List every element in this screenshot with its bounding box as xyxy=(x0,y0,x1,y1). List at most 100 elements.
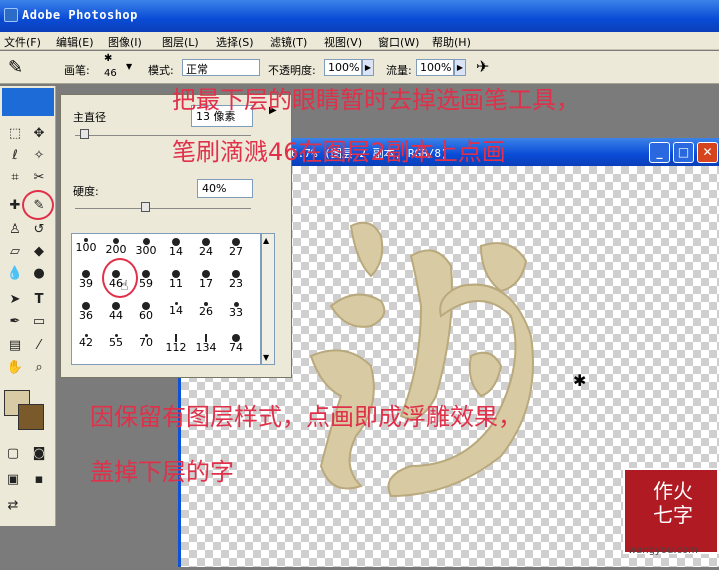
type-tool-icon[interactable]: T xyxy=(28,290,50,310)
brush-preset[interactable]: 112 xyxy=(164,332,188,358)
brush-preset[interactable]: 44 xyxy=(104,300,128,326)
app-titlebar: Adobe Photoshop xyxy=(0,0,719,32)
blur-tool-icon[interactable]: 💧 xyxy=(4,264,26,284)
menu-bar: 文件(F) 编辑(E) 图像(I) 图层(L) 选择(S) 滤镜(T) 视图(V… xyxy=(0,32,719,50)
brush-preset[interactable]: 17 xyxy=(194,268,218,294)
lasso-tool-icon[interactable]: ℓ xyxy=(4,146,26,166)
app-title: Adobe Photoshop xyxy=(22,8,138,22)
scroll-down-icon[interactable]: ▼ xyxy=(263,353,269,362)
marquee-tool-icon[interactable]: ⬚ xyxy=(4,124,26,144)
notes-tool-icon[interactable]: ▤ xyxy=(4,336,26,356)
brush-preset[interactable]: 23 xyxy=(224,268,248,294)
brush-preset[interactable]: 60 xyxy=(134,300,158,326)
mode-select[interactable]: 正常 xyxy=(182,59,260,76)
brush-preset[interactable]: 11 xyxy=(164,268,188,294)
opacity-input[interactable]: 100% xyxy=(324,59,362,76)
slice-tool-icon[interactable]: ✂ xyxy=(28,168,50,188)
zoom-tool-icon[interactable]: ⌕ xyxy=(28,358,50,378)
site-watermark: wangyou.com xyxy=(628,545,698,556)
brush-label: 画笔: xyxy=(64,64,90,77)
hand-cursor-icon: ☝ xyxy=(120,278,129,294)
menu-help[interactable]: 帮助(H) xyxy=(432,34,471,50)
menu-view[interactable]: 视图(V) xyxy=(324,34,362,50)
path-select-icon[interactable]: ➤ xyxy=(4,290,26,310)
brush-dropdown-icon[interactable]: ▼ xyxy=(126,62,132,71)
opacity-label: 不透明度: xyxy=(268,64,316,77)
flow-arrow-icon[interactable]: ▶ xyxy=(454,59,466,76)
brush-cursor-icon: ✱ xyxy=(573,371,587,390)
close-button[interactable]: ✕ xyxy=(697,142,718,163)
menu-window[interactable]: 窗口(W) xyxy=(378,34,419,50)
move-tool-icon[interactable]: ✥ xyxy=(28,124,50,144)
brush-preset[interactable]: 24 xyxy=(194,236,218,262)
hand-tool-icon[interactable]: ✋ xyxy=(4,358,26,378)
brush-preset[interactable]: 26 xyxy=(194,300,218,326)
pen-tool-icon[interactable]: ✒ xyxy=(4,312,26,332)
highlight-circle xyxy=(22,190,54,220)
brush-preset[interactable]: 70 xyxy=(134,332,158,358)
menu-layer[interactable]: 图层(L) xyxy=(162,34,199,50)
fullscreen-mode-icon[interactable]: ▪ xyxy=(28,470,50,490)
hardness-slider-thumb[interactable] xyxy=(141,202,151,212)
maximize-button[interactable]: □ xyxy=(673,142,694,163)
stamp-tool-icon[interactable]: ♙ xyxy=(4,220,26,240)
stamp-characters: 作火 七字 xyxy=(631,476,715,535)
toolbox: ⬚ ✥ ℓ ✧ ⌗ ✂ ✚ ✎ ♙ ↺ ▱ ◆ 💧 ● ➤ T ✒ ▭ ▤ ⁄ … xyxy=(0,86,56,526)
preset-scrollbar[interactable]: ▲ ▼ xyxy=(261,233,275,365)
quickmask-mode-icon[interactable]: ◙ xyxy=(28,444,50,464)
photoshop-icon xyxy=(4,8,18,22)
brush-preset[interactable]: 74 xyxy=(224,332,248,358)
svg-text:作火: 作火 xyxy=(653,479,693,503)
scroll-up-icon[interactable]: ▲ xyxy=(263,236,269,245)
hardness-input[interactable]: 40% xyxy=(197,179,253,198)
diameter-slider-thumb[interactable] xyxy=(79,129,89,139)
brush-preset[interactable]: 27 xyxy=(224,236,248,262)
brush-preset[interactable]: 42 xyxy=(74,332,98,358)
brush-preset[interactable]: 33 xyxy=(224,300,248,326)
annotation-line-1: 把最下层的眼睛暂时去掉选画笔工具， xyxy=(172,86,580,114)
annotation-line-3: 因保留有图层样式，点画即成浮雕效果， xyxy=(90,403,522,431)
brush-preset[interactable]: 55 xyxy=(104,332,128,358)
svg-text:七字: 七字 xyxy=(653,503,693,527)
menu-select[interactable]: 选择(S) xyxy=(216,34,254,50)
history-brush-icon[interactable]: ↺ xyxy=(28,220,50,240)
crop-tool-icon[interactable]: ⌗ xyxy=(4,168,26,188)
brush-preset[interactable]: 100 xyxy=(74,236,98,262)
eyedropper-icon[interactable]: ⁄ xyxy=(28,336,50,356)
airbrush-icon[interactable]: ✈ xyxy=(476,57,489,76)
menu-file[interactable]: 文件(F) xyxy=(4,34,41,50)
mode-label: 模式: xyxy=(148,64,174,77)
brush-preset[interactable]: 300 xyxy=(134,236,158,262)
background-color-swatch[interactable] xyxy=(18,404,44,430)
menu-image[interactable]: 图像(I) xyxy=(108,34,142,50)
paint-bucket-icon[interactable]: ◆ xyxy=(28,242,50,262)
stamp-calligraphy-icon: 作火 七字 xyxy=(653,479,693,527)
hardness-slider-track xyxy=(75,208,251,209)
minimize-button[interactable]: _ xyxy=(649,142,670,163)
standard-mode-icon[interactable]: ▢ xyxy=(2,444,24,464)
flow-label: 流量: xyxy=(386,64,412,77)
menu-filter[interactable]: 滤镜(T) xyxy=(270,34,307,50)
screen-mode-icon[interactable]: ▣ xyxy=(2,470,24,490)
opacity-arrow-icon[interactable]: ▶ xyxy=(362,59,374,76)
brush-preset[interactable]: 134 xyxy=(194,332,218,358)
brush-preset[interactable]: 36 xyxy=(74,300,98,326)
jump-to-icon[interactable]: ⇄ xyxy=(2,496,24,516)
photoshop-feather-logo xyxy=(2,88,54,116)
brush-preset[interactable]: 14 xyxy=(164,300,188,326)
brush-preset-icon[interactable]: ✱ xyxy=(104,53,112,64)
brush-preset[interactable]: 14 xyxy=(164,236,188,262)
brush-preset[interactable]: 39 xyxy=(74,268,98,294)
brush-tool-icon[interactable]: ✎ xyxy=(8,57,23,78)
shape-tool-icon[interactable]: ▭ xyxy=(28,312,50,332)
diameter-label: 主直径 xyxy=(73,111,106,124)
brush-preset-grid: 100 200 300 14 24 27 39 46 59 11 17 23 3… xyxy=(71,233,261,365)
annotation-line-2: 笔刷滴溅46在图层2副本上点画 xyxy=(172,138,506,166)
hardness-label: 硬度: xyxy=(73,185,99,198)
magic-wand-icon[interactable]: ✧ xyxy=(28,146,50,166)
flow-input[interactable]: 100% xyxy=(416,59,454,76)
dodge-tool-icon[interactable]: ● xyxy=(28,264,50,284)
brush-size-value: 46 xyxy=(104,68,117,79)
eraser-tool-icon[interactable]: ▱ xyxy=(4,242,26,262)
menu-edit[interactable]: 编辑(E) xyxy=(56,34,94,50)
